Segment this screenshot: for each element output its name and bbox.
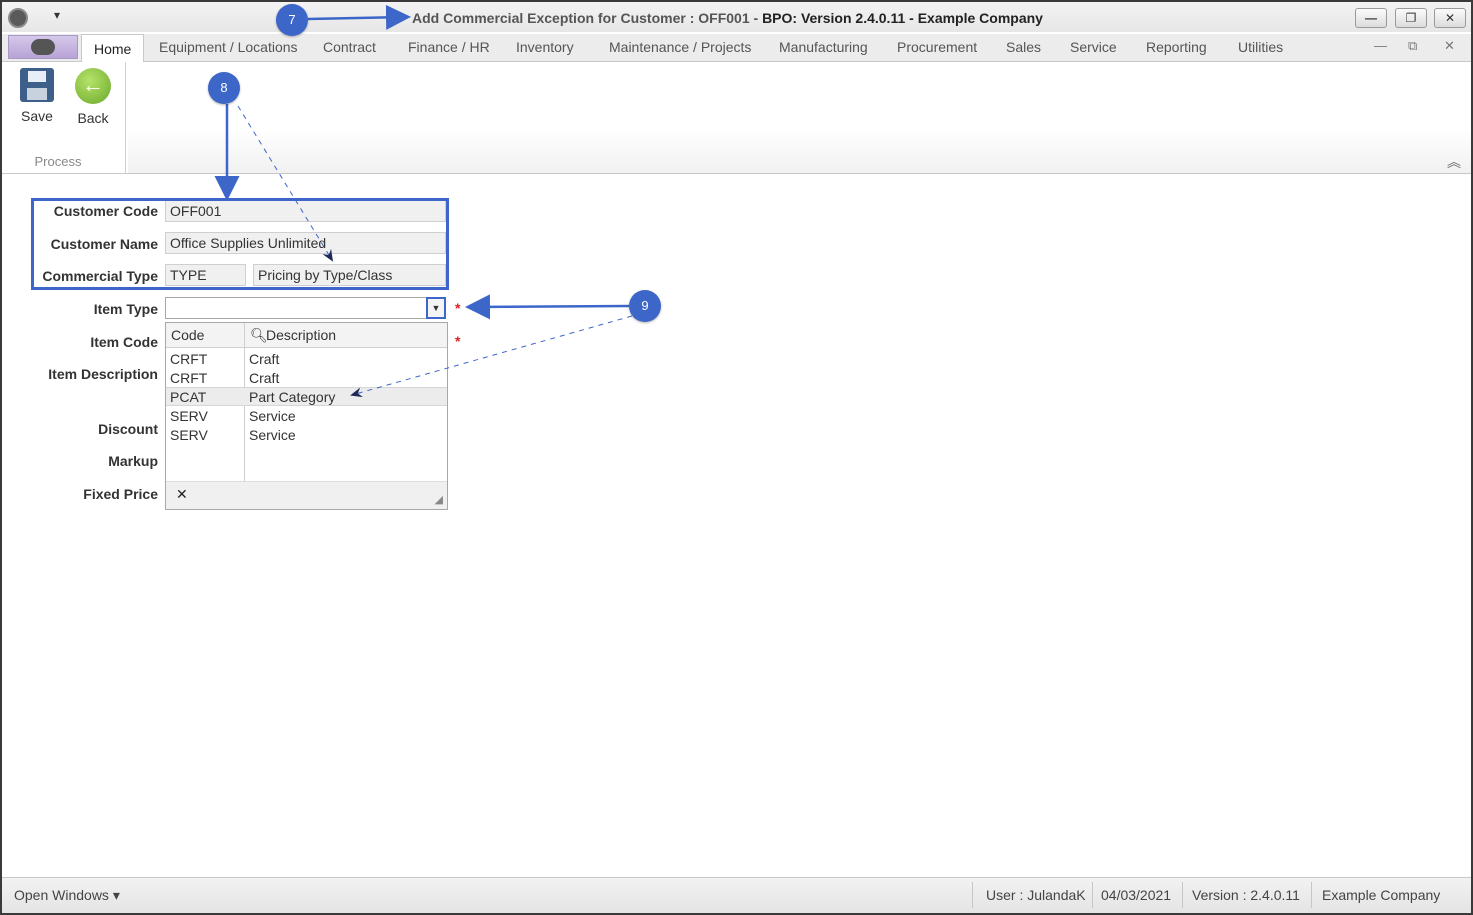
fixed-price-label: Fixed Price xyxy=(83,486,158,502)
mdi-restore-icon[interactable]: ⧉ xyxy=(1408,38,1417,54)
item-type-dropdown-button[interactable]: ▼ xyxy=(426,297,446,319)
tab-utilities[interactable]: Utilities xyxy=(1238,39,1283,55)
resize-grip-icon[interactable]: ◢ xyxy=(435,493,443,506)
tab-service[interactable]: Service xyxy=(1070,39,1117,55)
list-item-selected[interactable]: PCAT Part Category xyxy=(166,387,447,406)
window-title-prefix: Add Commercial Exception for Customer : … xyxy=(412,10,763,26)
list-item-code: SERV xyxy=(170,408,208,424)
list-item[interactable]: SERV Service xyxy=(166,426,447,445)
tab-sales[interactable]: Sales xyxy=(1006,39,1041,55)
tab-procurement[interactable]: Procurement xyxy=(897,39,977,55)
list-item[interactable]: CRFT Craft xyxy=(166,350,447,369)
item-code-label: Item Code xyxy=(90,334,158,350)
ribbon-group-label: Process xyxy=(34,154,82,169)
back-arrow-icon: ← xyxy=(75,68,111,104)
ribbon-empty-area xyxy=(128,62,1471,173)
status-separator xyxy=(1182,882,1183,908)
tab-finance-hr[interactable]: Finance / HR xyxy=(408,39,490,55)
list-item[interactable]: CRFT Craft xyxy=(166,369,447,388)
markup-label: Markup xyxy=(108,453,158,469)
list-item-description: Craft xyxy=(249,351,280,367)
list-item-code: CRFT xyxy=(170,370,208,386)
quick-access-dropdown-icon[interactable]: ▾ xyxy=(54,8,60,22)
tab-inventory[interactable]: Inventory xyxy=(516,39,574,55)
mdi-close-icon[interactable]: ✕ xyxy=(1444,38,1455,54)
tab-contract[interactable]: Contract xyxy=(323,39,376,55)
status-date: 04/03/2021 xyxy=(1101,887,1172,903)
bpo-logo-icon xyxy=(31,39,55,55)
save-icon xyxy=(20,68,54,102)
tab-reporting[interactable]: Reporting xyxy=(1146,39,1207,55)
clear-selection-icon[interactable]: ✕ xyxy=(176,486,188,503)
item-code-required-icon: * xyxy=(455,333,461,349)
status-separator xyxy=(1311,882,1312,908)
tab-home[interactable]: Home xyxy=(81,34,145,63)
status-separator xyxy=(972,882,973,908)
status-separator xyxy=(1092,882,1093,908)
back-label: Back xyxy=(77,110,109,126)
status-version: Version : 2.4.0.11 xyxy=(1192,887,1300,903)
window-title: Add Commercial Exception for Customer : … xyxy=(412,10,1043,26)
dropdown-footer: ✕ ◢ xyxy=(166,481,447,509)
tab-maintenance-projects[interactable]: Maintenance / Projects xyxy=(609,39,751,55)
status-bar: Open Windows ▾ User : JulandaK 04/03/202… xyxy=(2,877,1471,913)
tab-manufacturing[interactable]: Manufacturing xyxy=(779,39,868,55)
list-item-description: Service xyxy=(249,408,296,424)
ribbon-group-process: Save ← Back Process xyxy=(8,62,126,173)
back-button[interactable]: ← Back xyxy=(68,68,118,126)
customer-info-highlight xyxy=(31,198,449,290)
mdi-minimize-icon[interactable]: — xyxy=(1374,38,1387,53)
discount-label: Discount xyxy=(98,421,158,437)
item-type-dropdown-list: Code 🔍︎ Description CRFT Craft CRFT Craft … xyxy=(165,322,448,510)
title-bar: ▾ Add Commercial Exception for Customer … xyxy=(2,2,1471,32)
application-menu-button[interactable] xyxy=(8,35,78,59)
callout-8: 8 xyxy=(208,72,240,104)
dropdown-header: Code 🔍︎ Description xyxy=(166,323,447,348)
list-item-code: SERV xyxy=(170,427,208,443)
maximize-button[interactable]: ❐ xyxy=(1395,8,1427,28)
item-type-input[interactable] xyxy=(165,297,427,319)
list-item[interactable]: SERV Service xyxy=(166,407,447,426)
window-title-suffix: BPO: Version 2.4.0.11 - Example Company xyxy=(762,10,1043,26)
item-type-label: Item Type xyxy=(93,301,158,317)
callout-9: 9 xyxy=(629,290,661,322)
ribbon-tab-bar: Home Equipment / Locations Contract Fina… xyxy=(2,34,1471,63)
list-item-description: Craft xyxy=(249,370,280,386)
app-logo-icon[interactable] xyxy=(8,8,28,28)
item-type-required-icon: * xyxy=(455,300,461,316)
status-user: User : JulandaK xyxy=(986,887,1086,903)
minimize-button[interactable]: — xyxy=(1355,8,1387,28)
list-item-code: CRFT xyxy=(170,351,208,367)
item-description-label: Item Description xyxy=(48,366,158,382)
list-item-description: Service xyxy=(249,427,296,443)
status-company: Example Company xyxy=(1322,887,1441,903)
column-header-description[interactable]: Description xyxy=(266,327,336,343)
save-button[interactable]: Save xyxy=(12,68,62,124)
column-header-code[interactable]: Code xyxy=(171,327,204,343)
tab-equipment-locations[interactable]: Equipment / Locations xyxy=(159,39,298,55)
collapse-ribbon-icon[interactable]: ︽ xyxy=(1447,152,1461,172)
save-label: Save xyxy=(21,108,53,124)
list-item-description: Part Category xyxy=(249,389,336,405)
callout-7: 7 xyxy=(276,4,308,36)
close-button[interactable]: ✕ xyxy=(1434,8,1466,28)
list-item-code: PCAT xyxy=(170,389,207,405)
open-windows-menu[interactable]: Open Windows ▾ xyxy=(14,887,120,904)
